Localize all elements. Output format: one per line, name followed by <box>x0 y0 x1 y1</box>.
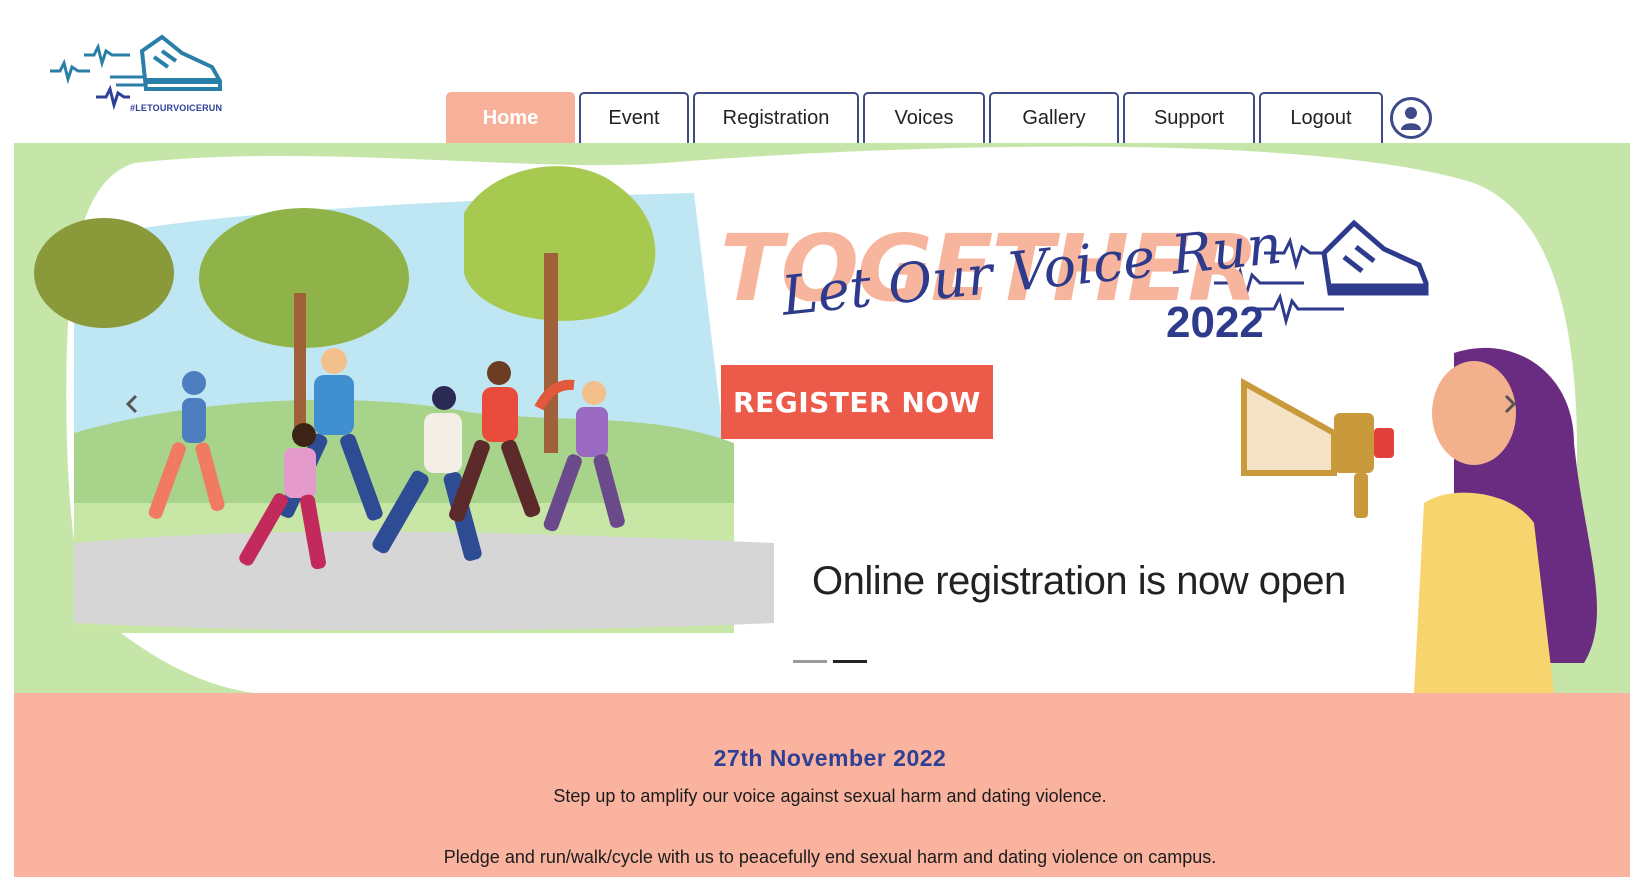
event-description-1: Step up to amplify our voice against sex… <box>553 786 1107 806</box>
carousel-dot-1[interactable] <box>793 660 827 663</box>
nav-tab-gallery[interactable]: Gallery <box>989 92 1119 143</box>
nav-tab-registration[interactable]: Registration <box>693 92 859 143</box>
profile-button[interactable] <box>1390 97 1432 139</box>
user-avatar-icon <box>1401 107 1421 130</box>
chevron-right-icon <box>1504 394 1517 414</box>
nav-tab-logout[interactable]: Logout <box>1259 92 1383 143</box>
nav-tab-home[interactable]: Home <box>446 92 575 143</box>
nav-tab-voices[interactable]: Voices <box>863 92 985 143</box>
nav-tab-support[interactable]: Support <box>1123 92 1255 143</box>
site-logo[interactable]: #LETOURVOICERUN <box>50 33 240 121</box>
chevron-left-icon <box>125 394 138 414</box>
nav-tab-event[interactable]: Event <box>579 92 689 143</box>
event-date: 27th November 2022 <box>713 745 947 771</box>
event-description-2: Pledge and run/walk/cycle with us to pea… <box>443 847 1217 867</box>
carousel-prev-button[interactable] <box>118 390 146 418</box>
carousel-next-button[interactable] <box>1496 390 1524 418</box>
carousel-dot-2[interactable] <box>833 660 867 663</box>
register-now-button[interactable]: REGISTER NOW <box>721 365 993 439</box>
logo-tagline: #LETOURVOICERUN <box>130 103 223 113</box>
registration-open-caption: Online registration is now open <box>812 559 1346 603</box>
site-header: #LETOURVOICERUN Home Event Registration … <box>0 0 1630 143</box>
hero-year: 2022 <box>1166 298 1264 347</box>
